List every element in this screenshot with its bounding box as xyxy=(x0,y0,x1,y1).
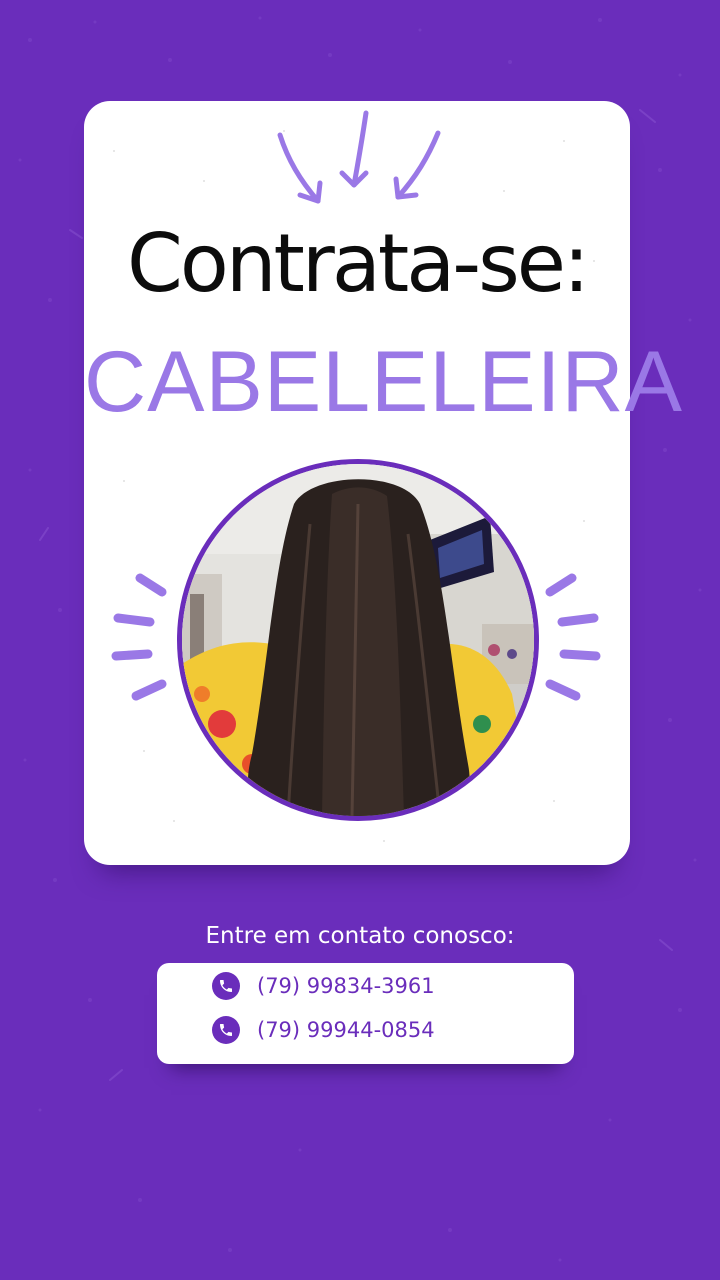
long-dark-hair-photo xyxy=(182,464,534,816)
sparkle-rays-icon xyxy=(111,573,167,701)
contact-heading: Entre em contato conosco: xyxy=(205,923,515,949)
phone-row[interactable]: (79) 99834-3961 xyxy=(212,971,435,1001)
job-title: CABELELEIRA xyxy=(84,334,683,430)
phone-number: (79) 99944-0854 xyxy=(257,1018,435,1042)
arrows-down-icon xyxy=(277,110,441,204)
contact-box: (79) 99834-3961 (79) 99944-0854 xyxy=(157,963,574,1064)
phone-number: (79) 99834-3961 xyxy=(257,974,435,998)
phone-row[interactable]: (79) 99944-0854 xyxy=(212,1015,435,1045)
phone-icon xyxy=(212,972,240,1000)
hair-photo xyxy=(177,459,539,821)
phone-icon xyxy=(212,1016,240,1044)
page-title: Contrata-se: xyxy=(127,217,590,310)
sparkle-rays-icon xyxy=(545,573,601,701)
